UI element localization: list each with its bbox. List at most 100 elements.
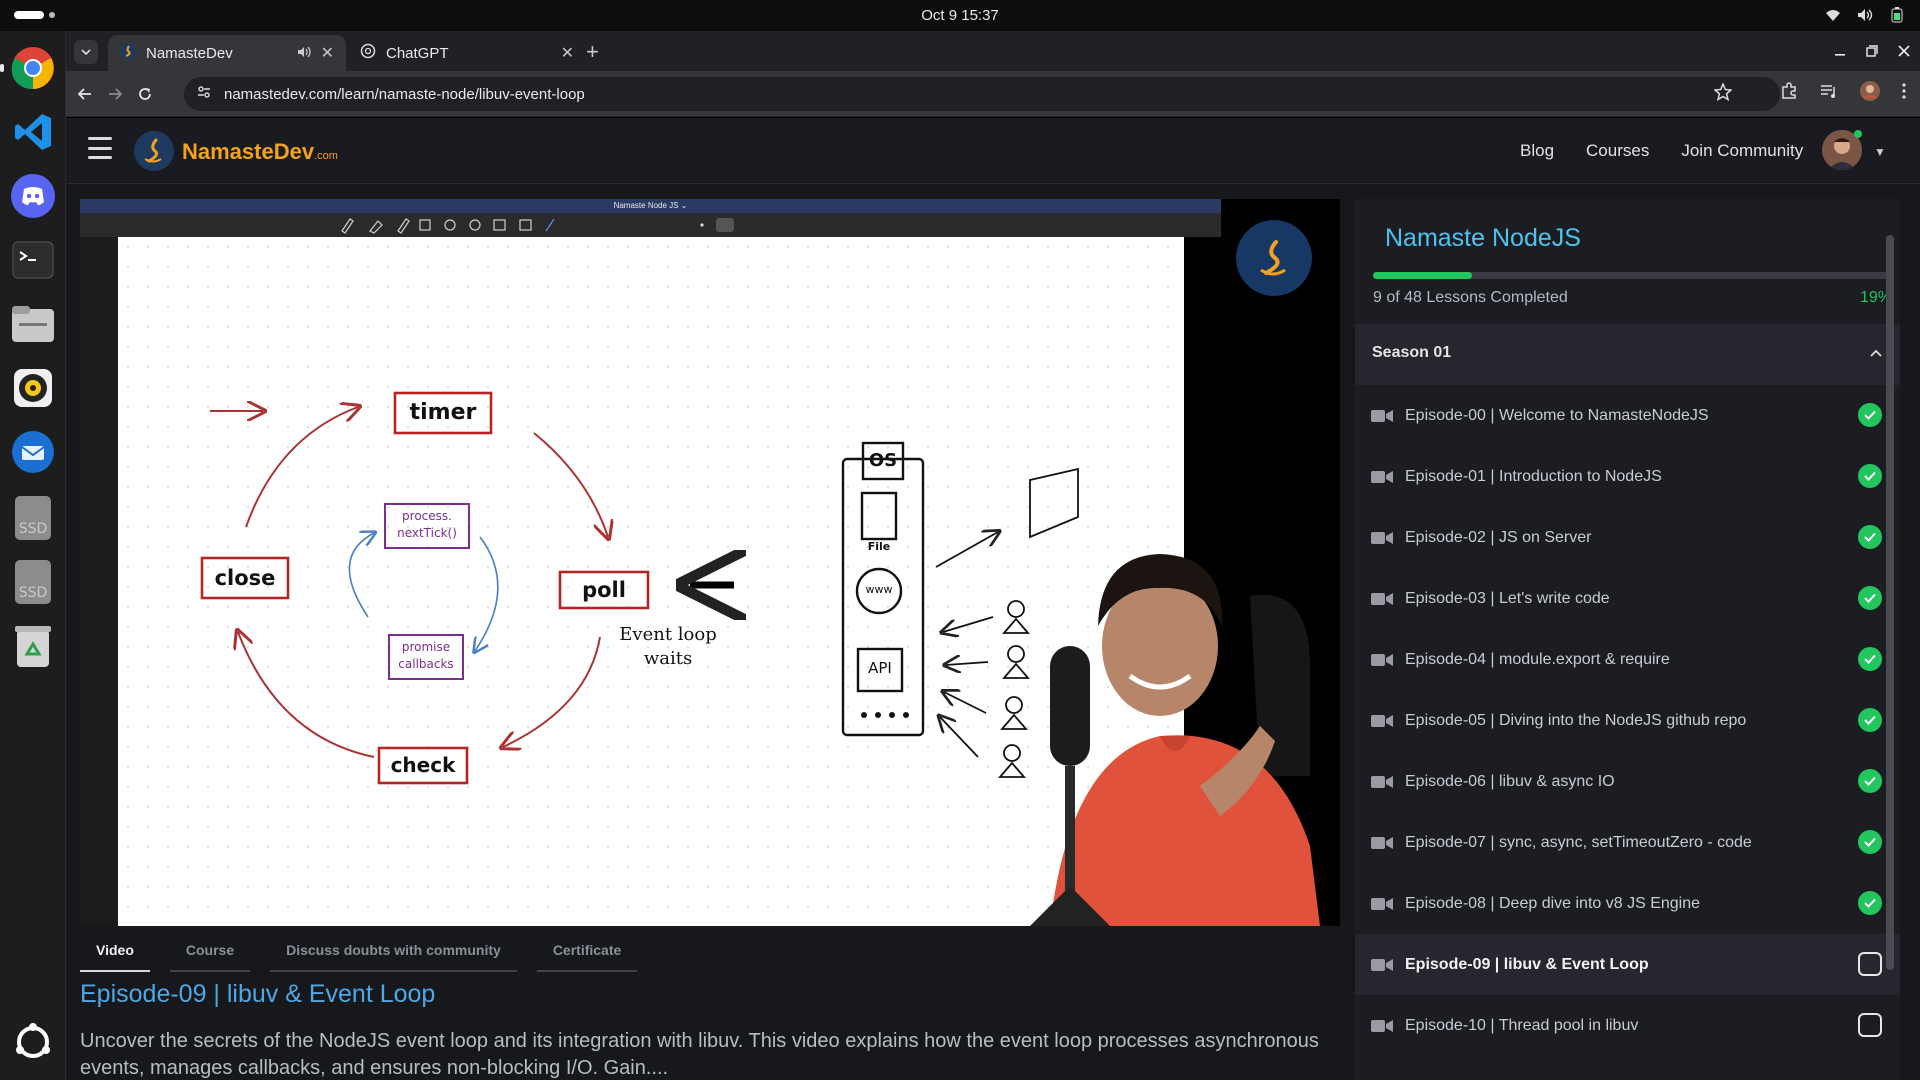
completed-check-icon	[1858, 464, 1882, 488]
activities-indicator[interactable]	[14, 11, 55, 19]
lesson-title: Episode-00 | Welcome to NamasteNodeJS	[1405, 406, 1709, 424]
browser-menu-icon[interactable]	[1902, 83, 1906, 104]
episode-description: Uncover the secrets of the NodeJS event …	[80, 1030, 1319, 1079]
lesson-item[interactable]: Episode-01 | Introduction to NodeJS	[1355, 446, 1900, 507]
lesson-item[interactable]: Episode-03 | Let's write code	[1355, 568, 1900, 629]
volume-icon	[1856, 6, 1874, 24]
timer-label: timer	[409, 400, 477, 425]
check-label: check	[390, 753, 456, 777]
lesson-item[interactable]: Episode-07 | sync, async, setTimeoutZero…	[1355, 812, 1900, 873]
lesson-item[interactable]: Episode-10 | Thread pool in libuv	[1355, 995, 1900, 1056]
vscode-icon[interactable]	[8, 107, 58, 157]
tab-video[interactable]: Video	[80, 932, 150, 972]
show-apps-icon[interactable]	[8, 1017, 58, 1067]
episode-title: Episode-09 | libuv & Event Loop	[80, 980, 436, 1008]
restore-icon[interactable]	[1856, 31, 1888, 71]
bookmark-star-icon[interactable]	[1713, 82, 1733, 106]
completed-check-icon	[1858, 769, 1882, 793]
completed-check-icon	[1858, 891, 1882, 915]
video-camera-icon	[1371, 958, 1393, 971]
lesson-title: Episode-06 | libuv & async IO	[1405, 772, 1615, 790]
battery-icon	[1888, 6, 1906, 24]
poll-label: poll	[582, 578, 626, 602]
lesson-item[interactable]: Episode-08 | Deep dive into v8 JS Engine	[1355, 873, 1900, 934]
profile-avatar-icon[interactable]	[1860, 81, 1880, 106]
video-camera-icon	[1371, 653, 1393, 666]
video-camera-icon	[1371, 409, 1393, 422]
minimize-icon[interactable]	[1824, 31, 1856, 71]
dock-active-indicator	[0, 64, 4, 72]
url-text[interactable]: namastedev.com/learn/namaste-node/libuv-…	[224, 86, 585, 103]
next-tick-label: process. nextTick()	[397, 509, 457, 540]
course-progress-fill	[1373, 272, 1472, 279]
discord-icon[interactable]	[8, 171, 58, 221]
completed-check-icon	[1858, 647, 1882, 671]
namastedev-logo-icon[interactable]	[134, 131, 174, 171]
os-label: OS	[868, 450, 898, 471]
incomplete-checkbox[interactable]	[1858, 952, 1882, 976]
completed-check-icon	[1858, 525, 1882, 549]
reload-icon[interactable]	[132, 81, 158, 107]
lesson-item[interactable]: Episode-04 | module.export & require	[1355, 629, 1900, 690]
files-icon[interactable]	[8, 299, 58, 349]
chatgpt-favicon-icon	[360, 43, 376, 63]
lesson-item[interactable]: Episode-05 | Diving into the NodeJS gith…	[1355, 690, 1900, 751]
forward-icon[interactable]	[102, 81, 128, 107]
address-bar[interactable]: namastedev.com/learn/namaste-node/libuv-…	[184, 77, 1780, 111]
brand-logo-text[interactable]: NamasteDev.com	[182, 139, 338, 165]
lessons-completed-text: 9 of 48 Lessons Completed	[1373, 289, 1568, 306]
thunderbird-icon[interactable]	[8, 427, 58, 477]
new-tab-button[interactable]: +	[586, 39, 599, 65]
lesson-item[interactable]: Episode-09 | libuv & Event Loop	[1355, 934, 1900, 995]
tab-discuss[interactable]: Discuss doubts with community	[270, 932, 517, 972]
rhythmbox-icon[interactable]	[8, 363, 58, 413]
tab-namastedev[interactable]: NamasteDev ✕	[108, 35, 346, 71]
ssd-drive-icon[interactable]: SSD	[8, 493, 58, 543]
chevron-down-icon[interactable]: ▼	[1874, 145, 1886, 159]
tab-course[interactable]: Course	[169, 932, 251, 972]
lesson-item[interactable]: Episode-00 | Welcome to NamasteNodeJS	[1355, 385, 1900, 446]
nav-blog[interactable]: Blog	[1520, 141, 1554, 161]
lesson-title: Episode-04 | module.export & require	[1405, 650, 1670, 668]
svg-text:SSD: SSD	[19, 585, 48, 601]
ssd-drive-icon[interactable]: SSD	[8, 557, 58, 607]
tab-chatgpt[interactable]: ChatGPT ✕	[348, 35, 586, 71]
tab-certificate[interactable]: Certificate	[536, 932, 638, 972]
site-info-icon[interactable]	[196, 84, 212, 104]
lesson-title: Episode-03 | Let's write code	[1405, 589, 1610, 607]
lesson-title: Episode-05 | Diving into the NodeJS gith…	[1405, 711, 1747, 729]
video-player[interactable]: Namaste Node JS ⌄ timer close poll check…	[80, 199, 1340, 926]
lesson-item[interactable]: Episode-02 | JS on Server	[1355, 507, 1900, 568]
close-tab-icon[interactable]: ✕	[321, 43, 334, 63]
completed-check-icon	[1858, 403, 1882, 427]
season-header[interactable]: Season 01	[1355, 324, 1900, 385]
lesson-title: Episode-08 | Deep dive into v8 JS Engine	[1405, 894, 1701, 912]
trash-icon[interactable]	[8, 621, 58, 671]
tab-search-dropdown[interactable]	[74, 40, 98, 64]
lesson-item[interactable]: Episode-06 | libuv & async IO	[1355, 751, 1900, 812]
video-camera-icon	[1371, 531, 1393, 544]
nav-join-community[interactable]: Join Community	[1681, 141, 1803, 161]
hamburger-menu-icon[interactable]	[88, 137, 112, 159]
media-controls-icon[interactable]	[1820, 83, 1838, 104]
lesson-title: Episode-10 | Thread pool in libuv	[1405, 1016, 1639, 1034]
incomplete-checkbox[interactable]	[1858, 1013, 1882, 1037]
application-dock: SSD SSD	[0, 31, 66, 1080]
terminal-icon[interactable]	[8, 235, 58, 285]
nav-courses[interactable]: Courses	[1586, 141, 1649, 161]
close-window-icon[interactable]	[1888, 31, 1920, 71]
chrome-icon[interactable]	[8, 43, 58, 93]
close-tab-icon[interactable]: ✕	[561, 43, 574, 63]
sidebar-scrollbar[interactable]	[1886, 235, 1894, 970]
toolbar-right-actions	[1780, 81, 1906, 106]
completed-check-icon	[1858, 708, 1882, 732]
chevron-up-icon[interactable]	[1870, 344, 1882, 360]
extensions-icon[interactable]	[1780, 82, 1798, 105]
system-tray[interactable]	[1824, 6, 1906, 24]
audio-playing-icon[interactable]	[297, 45, 311, 62]
back-icon[interactable]	[72, 81, 98, 107]
system-clock[interactable]: Oct 9 15:37	[921, 7, 999, 24]
close-label: close	[214, 566, 276, 590]
file-label: File	[867, 540, 891, 553]
video-app-title: Namaste Node JS ⌄	[613, 201, 688, 210]
